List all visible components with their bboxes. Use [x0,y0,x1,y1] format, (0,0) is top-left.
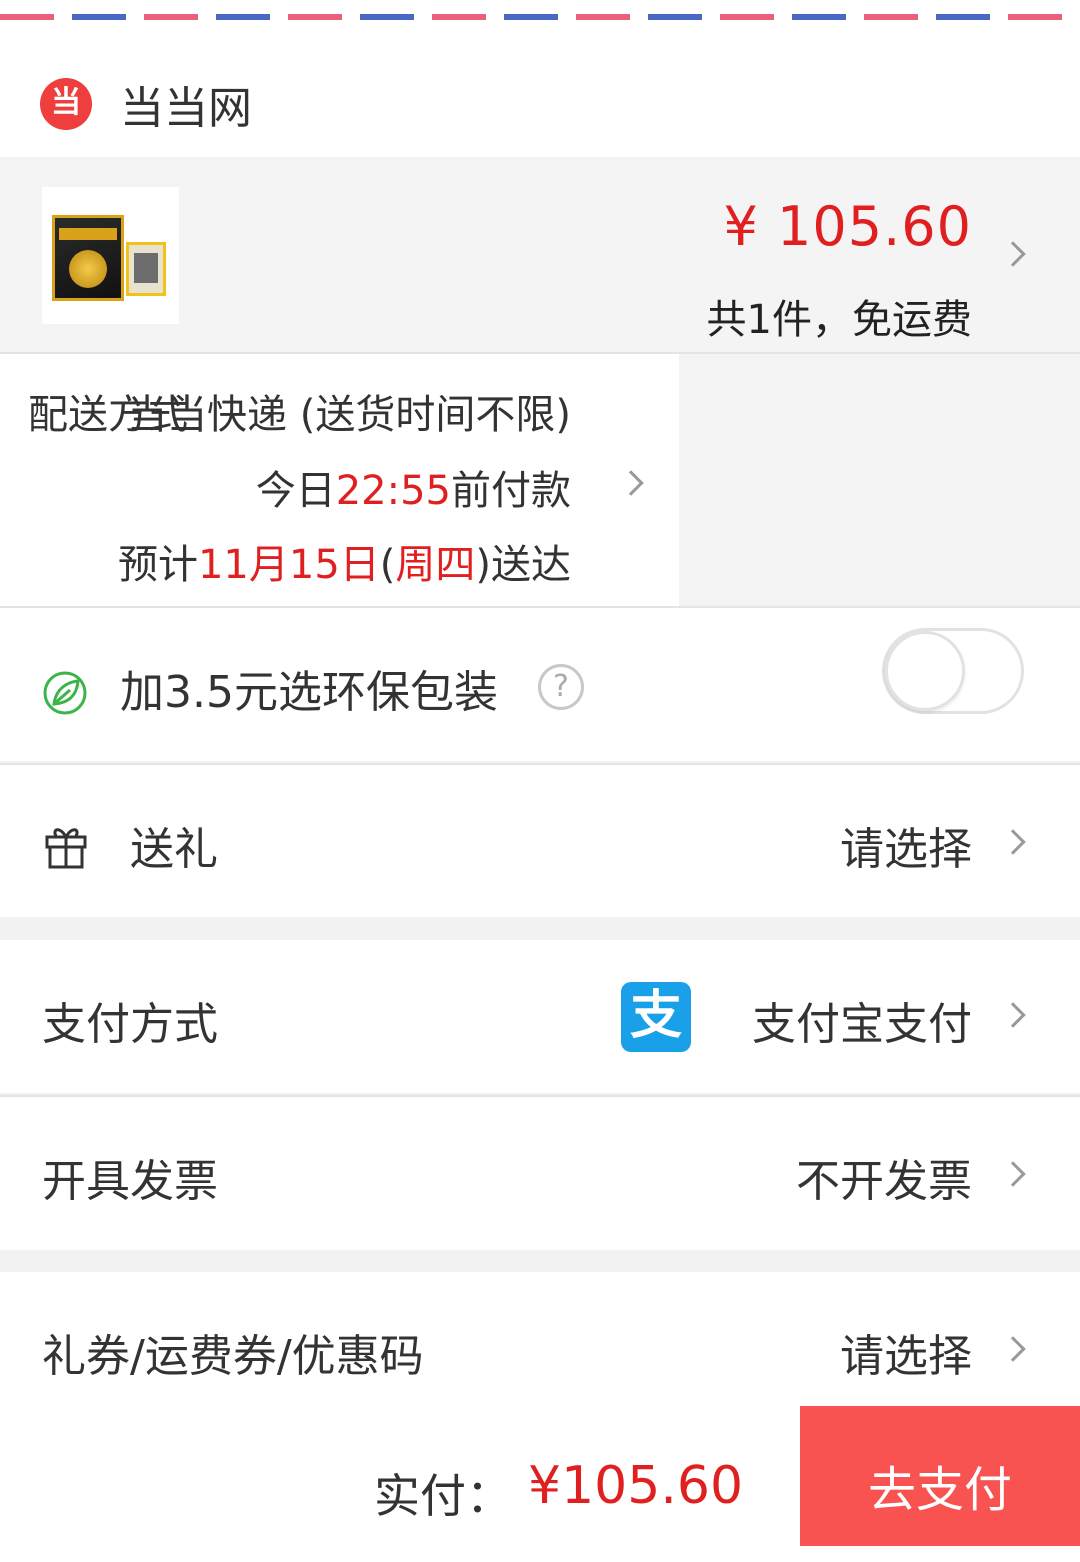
chevron-right-icon [618,470,644,496]
gift-value: 请选择 [840,824,972,875]
eta-open: ( [379,542,396,588]
bottom-edge [0,1546,1080,1562]
coupon-value: 请选择 [840,1331,972,1382]
eco-packaging-toggle[interactable] [882,628,1024,714]
payment-method-label: 支付方式 [42,999,218,1050]
gift-row[interactable]: 送礼 请选择 [0,763,1080,917]
invoice-label: 开具发票 [42,1156,218,1207]
book-cover-image-small [126,242,166,296]
product-price: ¥ 105.60 [723,195,972,258]
delivery-method: 当当快递 (送货时间不限) [127,392,571,438]
help-icon[interactable]: ? [538,664,584,710]
product-summary[interactable]: ¥ 105.60 共1件，免运费 [0,157,1080,352]
gift-icon [45,828,87,869]
deadline-suffix: 前付款 [451,468,571,514]
airmail-stripe [0,14,1080,20]
chevron-right-icon [1000,829,1026,855]
airmail-stripe-background [0,0,1080,42]
deadline-prefix: 今日 [255,468,336,514]
eta-weekday: 周四 [395,542,476,588]
total-label: 实付： [374,1469,512,1523]
checkout-bar: 实付： ¥105.60 去支付 [0,1406,1080,1546]
gift-label: 送礼 [130,824,218,875]
pay-button[interactable]: 去支付 [800,1406,1080,1546]
shop-header: 当 当当网 [0,42,1080,157]
product-count: 共1件，免运费 [706,297,972,343]
eco-packaging-label: 加3.5元选环保包装 [120,667,498,718]
leaf-icon [43,671,87,715]
payment-deadline: 今日22:55前付款 [256,458,571,516]
coupon-label: 礼券/运费券/优惠码 [42,1331,424,1382]
coupon-row[interactable]: 礼券/运费券/优惠码 请选择 [0,1272,1080,1412]
invoice-row[interactable]: 开具发票 不开发票 [0,1095,1080,1250]
eta-prefix: 预计 [117,542,198,588]
shop-name: 当当网 [120,83,252,134]
toggle-knob [885,631,965,711]
total-amount: ¥105.60 [528,1456,744,1516]
delivery-section: 配送方式 当当快递 (送货时间不限) 今日22:55前付款 预计11月15日(周… [0,352,1080,606]
eta-date: 11月15日 [197,542,380,588]
payment-method-value: 支付宝支付 [752,999,972,1050]
eta-close: )送达 [475,542,571,588]
chevron-right-icon [1000,1002,1026,1028]
delivery-option[interactable]: 配送方式 当当快递 (送货时间不限) 今日22:55前付款 预计11月15日(周… [0,354,679,606]
invoice-value: 不开发票 [796,1156,972,1207]
estimated-delivery: 预计11月15日(周四)送达 [118,532,571,590]
deadline-time: 22:55 [335,468,451,514]
alipay-icon: 支 [621,982,691,1052]
payment-method-row[interactable]: 支付方式 支 支付宝支付 [0,940,1080,1093]
chevron-right-icon [1000,1161,1026,1187]
book-cover-image [52,215,124,301]
chevron-right-icon [1000,241,1026,267]
product-thumbnail [42,187,179,324]
dangdang-logo-icon: 当 [40,78,92,130]
eco-packaging-row: 加3.5元选环保包装 ? [0,606,1080,761]
chevron-right-icon [1000,1336,1026,1362]
